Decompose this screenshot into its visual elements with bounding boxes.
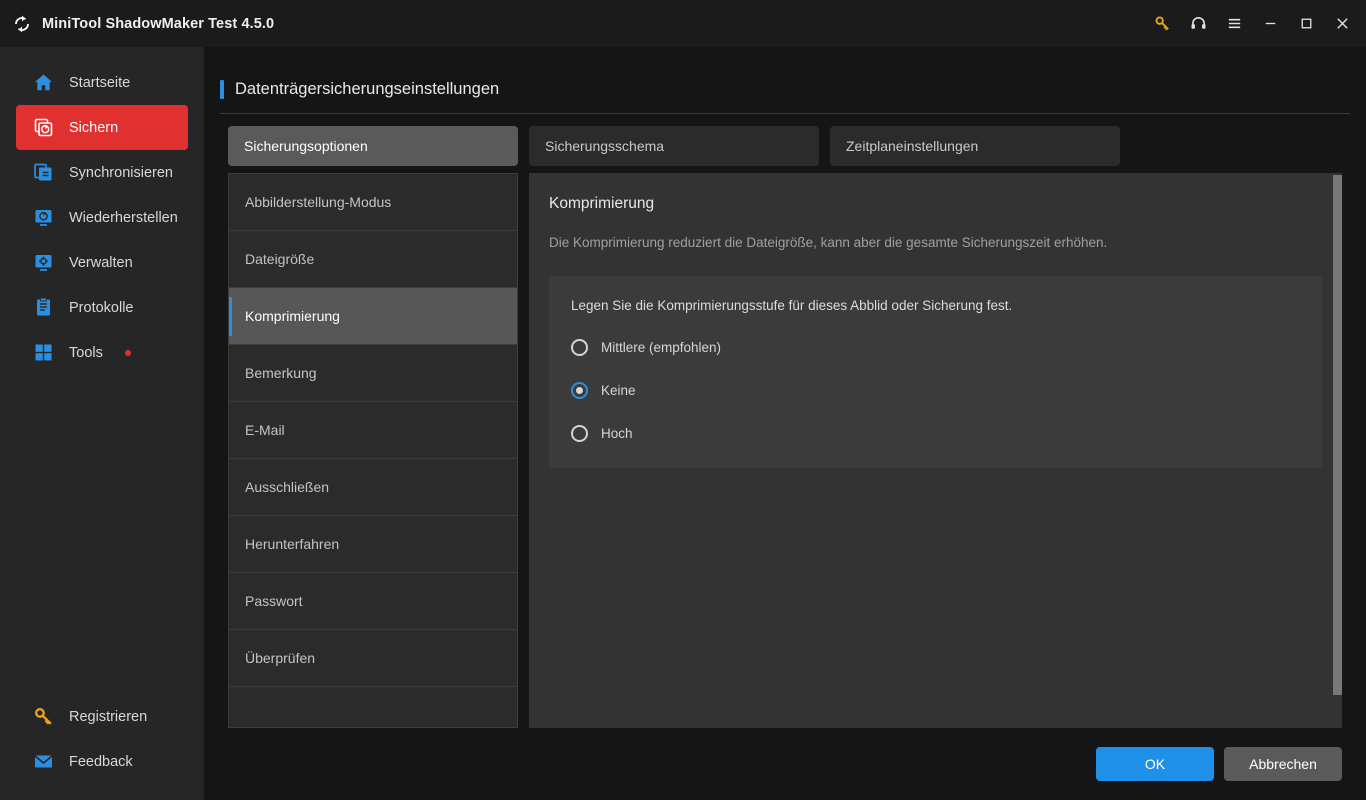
key-icon[interactable] <box>1144 7 1180 41</box>
list-item-label: Überprüfen <box>245 650 316 666</box>
key-icon <box>33 706 54 727</box>
tab-label: Sicherungsschema <box>545 138 665 154</box>
sidebar-item-synchronisieren[interactable]: Synchronisieren <box>16 150 188 195</box>
home-icon <box>33 72 54 93</box>
tab-bar: Sicherungsoptionen Sicherungsschema Zeit… <box>228 126 1120 166</box>
sidebar-item-label: Synchronisieren <box>69 164 173 181</box>
sidebar-item-registrieren[interactable]: Registrieren <box>16 694 188 739</box>
radio-option-mittlere[interactable]: Mittlere (empfohlen) <box>571 339 1300 356</box>
tab-sicherungsschema[interactable]: Sicherungsschema <box>529 126 819 166</box>
title-bar: MiniTool ShadowMaker Test 4.5.0 <box>0 0 1366 47</box>
restore-icon <box>33 207 54 228</box>
tools-badge-dot <box>124 349 131 356</box>
sidebar-item-label: Startseite <box>69 74 131 91</box>
list-item-komprimierung[interactable]: Komprimierung <box>229 288 517 345</box>
title-accent-bar <box>220 80 224 99</box>
radio-circle-selected-icon[interactable] <box>571 382 588 399</box>
list-item-passwort[interactable]: Passwort <box>229 573 517 630</box>
settings-panes: Abbilderstellung-Modus Dateigröße Kompri… <box>228 173 1342 728</box>
radio-circle-icon[interactable] <box>571 425 588 442</box>
app-title: MiniTool ShadowMaker Test 4.5.0 <box>42 15 275 32</box>
list-item-label: Herunterfahren <box>245 536 340 552</box>
sidebar-item-label: Registrieren <box>69 708 148 725</box>
radio-label: Hoch <box>601 426 633 441</box>
tab-label: Sicherungsoptionen <box>244 138 368 154</box>
list-item-label: Ausschließen <box>245 479 330 495</box>
list-item-empty <box>229 687 517 727</box>
logs-icon <box>33 297 54 318</box>
sidebar-item-startseite[interactable]: Startseite <box>16 60 188 105</box>
list-item-dateigroesse[interactable]: Dateigröße <box>229 231 517 288</box>
tab-label: Zeitplaneinstellungen <box>846 138 979 154</box>
sidebar-item-label: Tools <box>69 344 103 361</box>
list-item-label: Abbilderstellung-Modus <box>245 194 392 210</box>
sidebar-item-label: Protokolle <box>69 299 134 316</box>
sidebar-item-sichern[interactable]: Sichern <box>16 105 188 150</box>
title-bar-left: MiniTool ShadowMaker Test 4.5.0 <box>0 14 274 34</box>
radio-option-keine[interactable]: Keine <box>571 382 1300 399</box>
sidebar-item-wiederherstellen[interactable]: Wiederherstellen <box>16 195 188 240</box>
content-description: Die Komprimierung reduziert die Dateigrö… <box>549 235 1108 250</box>
list-item-abbilderstellung-modus[interactable]: Abbilderstellung-Modus <box>229 174 517 231</box>
tools-icon <box>33 342 54 363</box>
list-item-label: Bemerkung <box>245 365 317 381</box>
dialog-footer: OK Abbrechen <box>204 728 1366 800</box>
sidebar: Startseite Sichern Synchronisieren Wiede… <box>0 47 204 800</box>
list-item-label: Dateigröße <box>245 251 315 267</box>
option-detail-panel: Komprimierung Die Komprimierung reduzier… <box>529 173 1342 728</box>
list-item-email[interactable]: E-Mail <box>229 402 517 459</box>
page-header: Datenträgersicherungseinstellungen <box>220 80 1350 114</box>
content-title: Komprimierung <box>549 195 655 212</box>
sidebar-item-label: Sichern <box>69 119 119 136</box>
card-prompt: Legen Sie die Komprimierungsstufe für di… <box>571 298 1013 313</box>
list-item-ausschliessen[interactable]: Ausschließen <box>229 459 517 516</box>
maximize-icon[interactable] <box>1288 7 1324 41</box>
sidebar-bottom-nav: Registrieren Feedback <box>0 694 204 784</box>
hamburger-menu-icon[interactable] <box>1216 7 1252 41</box>
backup-icon <box>33 117 54 138</box>
sidebar-item-protokolle[interactable]: Protokolle <box>16 285 188 330</box>
headset-icon[interactable] <box>1180 7 1216 41</box>
radio-label: Mittlere (empfohlen) <box>601 340 722 355</box>
sidebar-nav: Startseite Sichern Synchronisieren Wiede… <box>0 47 204 375</box>
content-scrollbar[interactable] <box>1333 173 1342 728</box>
compression-level-card: Legen Sie die Komprimierungsstufe für di… <box>549 276 1322 468</box>
list-item-label: Passwort <box>245 593 303 609</box>
sidebar-item-feedback[interactable]: Feedback <box>16 739 188 784</box>
radio-label: Keine <box>601 383 636 398</box>
list-item-bemerkung[interactable]: Bemerkung <box>229 345 517 402</box>
list-item-herunterfahren[interactable]: Herunterfahren <box>229 516 517 573</box>
sidebar-item-label: Feedback <box>69 753 133 770</box>
minimize-icon[interactable] <box>1252 7 1288 41</box>
sidebar-item-verwalten[interactable]: Verwalten <box>16 240 188 285</box>
ok-button[interactable]: OK <box>1096 747 1214 781</box>
sidebar-item-label: Wiederherstellen <box>69 209 178 226</box>
option-detail-body: Komprimierung Die Komprimierung reduzier… <box>529 173 1342 468</box>
sidebar-item-tools[interactable]: Tools <box>16 330 188 375</box>
manage-icon <box>33 252 54 273</box>
sidebar-item-label: Verwalten <box>69 254 133 271</box>
list-item-ueberpruefen[interactable]: Überprüfen <box>229 630 517 687</box>
main-content: Datenträgersicherungseinstellungen Siche… <box>204 47 1366 800</box>
close-icon[interactable] <box>1324 7 1360 41</box>
radio-circle-icon[interactable] <box>571 339 588 356</box>
title-bar-controls <box>1144 7 1366 41</box>
page-title: Datenträgersicherungseinstellungen <box>235 80 500 98</box>
mail-icon <box>33 751 54 772</box>
tab-sicherungsoptionen[interactable]: Sicherungsoptionen <box>228 126 518 166</box>
cancel-button[interactable]: Abbrechen <box>1224 747 1342 781</box>
radio-option-hoch[interactable]: Hoch <box>571 425 1300 442</box>
scrollbar-thumb[interactable] <box>1333 175 1342 695</box>
option-list: Abbilderstellung-Modus Dateigröße Kompri… <box>228 173 518 728</box>
refresh-circle-icon <box>12 14 32 34</box>
sync-icon <box>33 162 54 183</box>
list-item-label: E-Mail <box>245 422 285 438</box>
list-item-label: Komprimierung <box>245 308 340 324</box>
tab-zeitplaneinstellungen[interactable]: Zeitplaneinstellungen <box>830 126 1120 166</box>
